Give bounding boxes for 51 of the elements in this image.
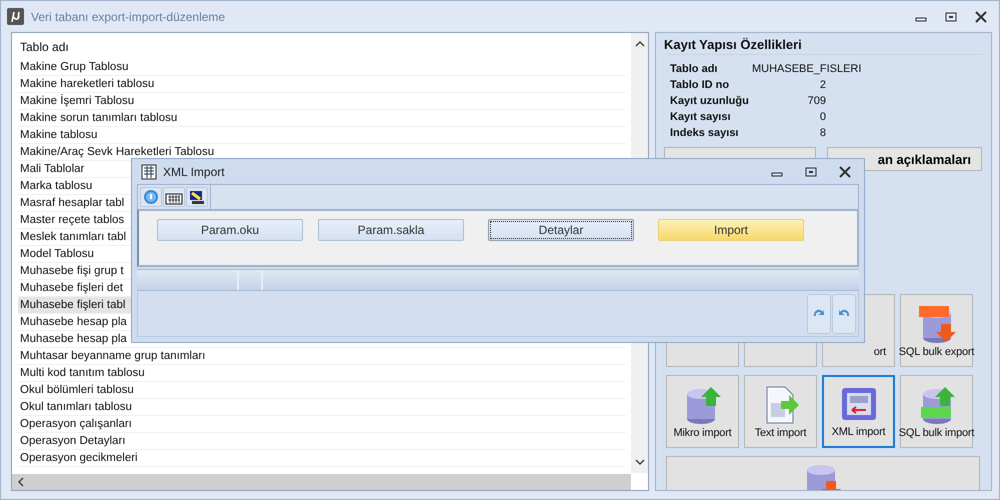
table-row[interactable]: Makine tablosu — [18, 127, 626, 144]
window-title: Veri tabanı export-import-düzenleme — [31, 10, 226, 24]
scroll-left-icon[interactable] — [16, 476, 26, 488]
keyboard-icon[interactable] — [163, 187, 185, 207]
scroll-down-icon[interactable] — [634, 457, 646, 467]
dialog-button[interactable]: Param.oku — [157, 219, 303, 241]
table-row[interactable]: Multi kod tanıtım tablosu — [18, 365, 626, 382]
table-row[interactable]: Muhtasar beyanname grup tanımları — [18, 348, 626, 365]
table-row[interactable]: Makine İşemri Tablosu — [18, 93, 626, 110]
tool-button[interactable]: Mikro import — [666, 375, 739, 448]
close-button[interactable] — [839, 166, 851, 178]
table-row[interactable]: Makine Grup Tablosu — [18, 59, 626, 76]
table-row[interactable]: Operasyon gecikmeleri — [18, 450, 626, 467]
restore-button[interactable] — [805, 166, 817, 178]
property-label: Indeks sayısı — [670, 126, 740, 141]
dialog-button[interactable]: Detaylar — [488, 219, 634, 241]
property-label: Kayıt sayısı — [670, 110, 732, 125]
table-row[interactable]: Okul bölümleri tablosu — [18, 382, 626, 399]
restore-button[interactable] — [945, 10, 957, 22]
tool-button[interactable]: Text import — [744, 375, 817, 448]
dialog-button[interactable]: Param.sakla — [318, 219, 464, 241]
tool-button[interactable]: XML import — [822, 375, 895, 448]
scroll-up-icon[interactable] — [634, 39, 646, 49]
panel-title: Kayıt Yapısı Özellikleri — [664, 37, 983, 55]
table-row[interactable]: Makine hareketleri tablosu — [18, 76, 626, 93]
redo-icon[interactable] — [807, 294, 831, 334]
property-value: 2 — [818, 78, 826, 93]
app-icon — [7, 8, 24, 25]
table-row[interactable]: Makine sorun tanımları tablosu — [18, 110, 626, 127]
undo-icon[interactable] — [832, 294, 856, 334]
table-row[interactable]: Okul tanımları tablosu — [18, 399, 626, 416]
table-row[interactable]: Operasyon Detayları — [18, 433, 626, 450]
property-value: 709 — [806, 94, 826, 109]
table-row[interactable]: Operasyon çalışanları — [18, 416, 626, 433]
property-label: Tablo adı — [670, 62, 718, 77]
tool-button[interactable]: SQL bulk import — [900, 375, 973, 448]
property-label: Kayıt uzunluğu — [670, 94, 750, 109]
help-icon[interactable] — [140, 187, 162, 207]
grid-document-icon — [141, 164, 157, 180]
tool-button[interactable]: SQL bulk export — [900, 294, 973, 367]
horizontal-scrollbar[interactable] — [12, 474, 631, 490]
dialog-button[interactable]: Import — [658, 219, 804, 241]
property-label: Tablo ID no — [670, 78, 730, 93]
database-sql-down-arrow-icon — [916, 304, 956, 344]
dialog-title: XML Import — [163, 164, 225, 178]
property-value: 8 — [818, 126, 826, 141]
column-header: Tablo adı — [19, 39, 70, 56]
close-button[interactable] — [975, 10, 987, 22]
property-value: 0 — [818, 110, 826, 125]
monitor-icon[interactable] — [186, 187, 208, 207]
property-value: MUHASEBE_FISLERI — [751, 62, 862, 77]
